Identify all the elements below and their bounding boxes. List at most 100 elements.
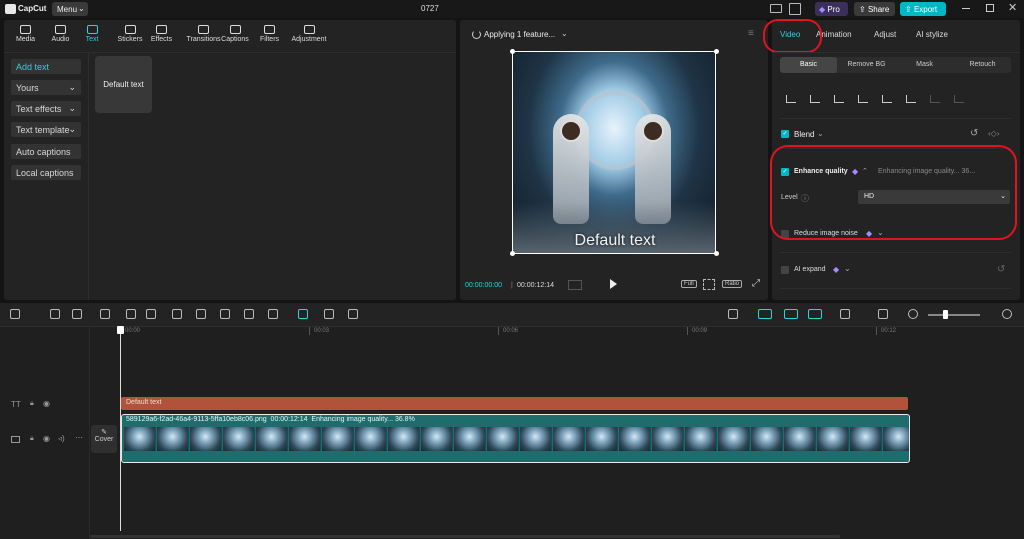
subtab-retouch[interactable]: Retouch bbox=[954, 57, 1011, 73]
inspector-tab-ai-stylize[interactable]: AI stylize bbox=[916, 30, 948, 39]
subtab-mask[interactable]: Mask bbox=[896, 57, 953, 73]
align-bottom-icon[interactable] bbox=[906, 95, 916, 103]
tab-audio[interactable]: Audio bbox=[45, 24, 76, 50]
minimize-icon[interactable] bbox=[962, 8, 970, 9]
align-right-icon[interactable] bbox=[834, 95, 844, 103]
align-center-icon[interactable] bbox=[810, 95, 820, 103]
crop-icon[interactable] bbox=[220, 309, 230, 319]
rotate-icon[interactable] bbox=[268, 309, 278, 319]
link-icon[interactable] bbox=[808, 309, 822, 319]
fullscreen-icon[interactable]: ⤢ bbox=[752, 278, 760, 289]
add-text-item[interactable]: Add text bbox=[11, 59, 81, 74]
grid-icon[interactable] bbox=[568, 280, 582, 290]
text-clip[interactable]: Default text bbox=[121, 397, 908, 410]
menu-button[interactable]: Menu ⌄ bbox=[52, 2, 88, 16]
delete-icon[interactable] bbox=[172, 309, 182, 319]
zoom-slider-knob[interactable] bbox=[943, 310, 948, 319]
diamond-icon: ◆ bbox=[819, 5, 826, 14]
snap-icon[interactable] bbox=[784, 309, 798, 319]
playhead-handle[interactable] bbox=[117, 326, 124, 334]
reset-icon[interactable]: ↺ bbox=[997, 264, 1005, 275]
mirror-icon[interactable] bbox=[244, 309, 254, 319]
resize-handle[interactable] bbox=[510, 251, 515, 256]
time-ruler[interactable]: 00:00 00:03 00:06 00:09 00:12 bbox=[120, 327, 1024, 339]
distribute-h-icon[interactable] bbox=[930, 95, 940, 103]
cover-button[interactable]: ✎ Cover bbox=[91, 425, 117, 453]
clip-thumbnail bbox=[850, 427, 882, 451]
subtab-remove-bg[interactable]: Remove BG bbox=[838, 57, 895, 73]
lock-icon[interactable]: 🔒︎ bbox=[30, 435, 34, 443]
pencil-icon: ✎ bbox=[101, 429, 107, 436]
text-effects-item[interactable]: Text effects ⌄ bbox=[11, 101, 81, 116]
full-button[interactable]: Full bbox=[681, 280, 697, 288]
zoom-fit-icon[interactable] bbox=[878, 309, 888, 319]
shortcut-icon[interactable] bbox=[789, 3, 801, 15]
link-clips-icon[interactable] bbox=[758, 309, 772, 319]
select-icon[interactable] bbox=[10, 309, 20, 319]
share-button[interactable]: ⇪ Share bbox=[854, 2, 895, 16]
magic-icon[interactable] bbox=[324, 309, 334, 319]
menu-label: Menu bbox=[57, 5, 78, 14]
blend-checkbox[interactable]: ✓ bbox=[781, 130, 789, 138]
eye-icon[interactable]: ◉ bbox=[43, 434, 50, 443]
text-template-item[interactable]: Text template ⌄ bbox=[11, 122, 81, 137]
close-icon[interactable]: ✕ bbox=[1008, 1, 1017, 14]
auto-captions-item[interactable]: Auto captions bbox=[11, 144, 81, 159]
export-button[interactable]: ⇪ Export bbox=[900, 2, 946, 16]
crop-icon[interactable] bbox=[703, 279, 715, 290]
timeline-scrollbar[interactable] bbox=[90, 535, 840, 538]
split-right-icon[interactable] bbox=[146, 309, 156, 319]
tab-text[interactable]: Text bbox=[79, 24, 105, 50]
keyframe-icon[interactable]: ‹◇› bbox=[988, 129, 999, 138]
subtab-basic[interactable]: Basic bbox=[780, 57, 837, 73]
more-icon[interactable]: ⋯ bbox=[75, 433, 83, 442]
align-left-icon[interactable] bbox=[786, 95, 796, 103]
resize-handle[interactable] bbox=[714, 251, 719, 256]
zoom-slider[interactable] bbox=[928, 314, 980, 316]
tab-media[interactable]: Media bbox=[10, 24, 41, 50]
lock-icon[interactable]: 🔒︎ bbox=[30, 400, 34, 408]
pro-button[interactable]: ◆ Pro bbox=[815, 2, 848, 16]
align-middle-icon[interactable] bbox=[882, 95, 892, 103]
text-clip-label: Default text bbox=[126, 399, 162, 406]
chevron-down-icon[interactable]: ⌄ bbox=[561, 29, 568, 38]
video-clip[interactable]: 589129a6-f2ad-46a4-9113-5ffa10eb8c06.png… bbox=[121, 414, 910, 463]
local-captions-item[interactable]: Local captions bbox=[11, 165, 81, 180]
overlay-text[interactable]: Default text bbox=[513, 232, 715, 250]
preview-canvas[interactable]: Default text bbox=[512, 51, 716, 254]
maximize-icon[interactable] bbox=[986, 4, 994, 12]
play-icon[interactable] bbox=[610, 279, 617, 289]
zoom-in-icon[interactable] bbox=[1002, 309, 1012, 319]
tab-adjustment[interactable]: Adjustment bbox=[281, 24, 337, 50]
eye-icon[interactable]: ◉ bbox=[43, 399, 50, 408]
hamburger-menu-icon[interactable]: ≡ bbox=[748, 28, 754, 39]
shield-icon[interactable] bbox=[196, 309, 206, 319]
redo-icon[interactable] bbox=[72, 309, 82, 319]
chevron-down-icon: ⌄ bbox=[68, 82, 76, 92]
distribute-v-icon[interactable] bbox=[954, 95, 964, 103]
mic-icon[interactable] bbox=[728, 309, 738, 319]
zoom-out-icon[interactable] bbox=[908, 309, 918, 319]
inspector-tab-adjust[interactable]: Adjust bbox=[874, 30, 896, 39]
reset-icon[interactable]: ↺ bbox=[970, 128, 978, 139]
clip-thumbnail bbox=[124, 427, 156, 451]
default-text-card[interactable]: Default text bbox=[95, 56, 152, 113]
resize-handle[interactable] bbox=[714, 49, 719, 54]
resize-handle[interactable] bbox=[510, 49, 515, 54]
split-icon[interactable] bbox=[100, 309, 110, 319]
align-top-icon[interactable] bbox=[858, 95, 868, 103]
ratio-button[interactable]: Ratio bbox=[722, 280, 743, 288]
playhead[interactable] bbox=[120, 327, 121, 531]
auto-reframe-icon[interactable] bbox=[298, 309, 308, 319]
chevron-down-icon[interactable]: ⌄ bbox=[817, 129, 824, 138]
preview-axis-icon[interactable] bbox=[840, 309, 850, 319]
audio-icon[interactable]: ◃) bbox=[58, 434, 65, 443]
split-left-icon[interactable] bbox=[126, 309, 136, 319]
ai-expand-checkbox[interactable] bbox=[781, 266, 789, 274]
yours-item[interactable]: Yours ⌄ bbox=[11, 80, 81, 95]
layout-icon[interactable] bbox=[770, 4, 782, 13]
ruler-label: 00:06 bbox=[503, 328, 519, 334]
smart-icon[interactable] bbox=[348, 309, 358, 319]
chevron-down-icon[interactable]: ⌄ bbox=[844, 264, 851, 273]
undo-icon[interactable] bbox=[50, 309, 60, 319]
